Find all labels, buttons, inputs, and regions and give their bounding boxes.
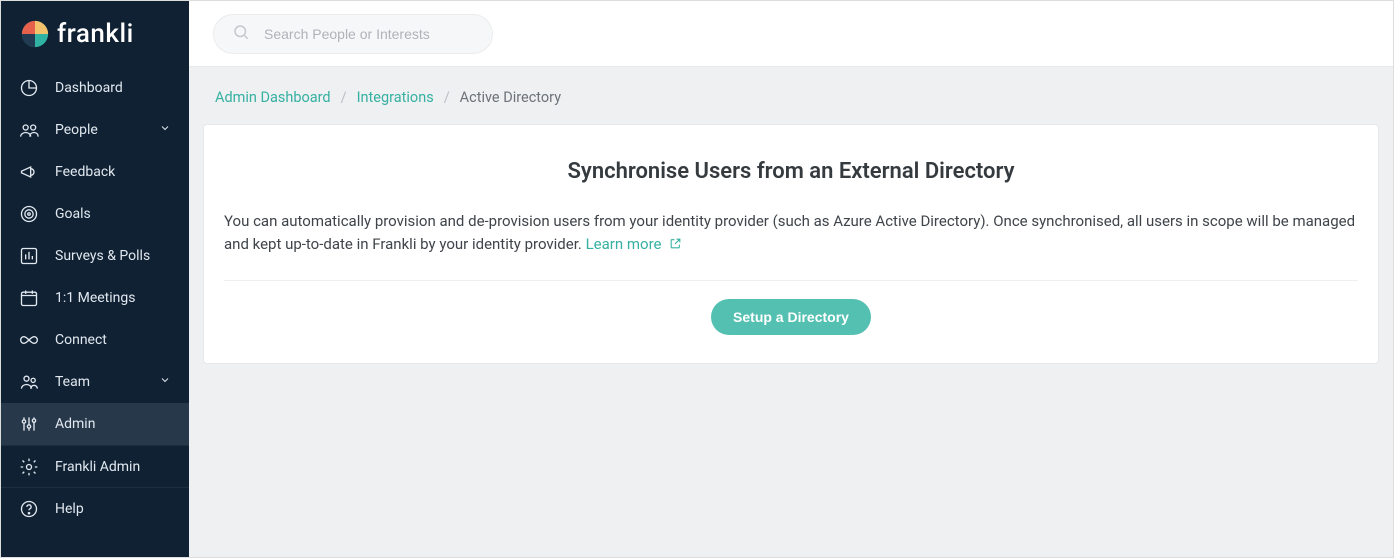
chevron-down-icon [159,374,171,390]
breadcrumb-link-integrations[interactable]: Integrations [357,89,434,106]
pie-chart-icon [19,78,39,98]
sidebar-item-people[interactable]: People [1,109,189,151]
sidebar-item-label: Goals [55,206,171,222]
target-icon [19,204,39,224]
sidebar-item-team[interactable]: Team [1,361,189,403]
people-icon [19,120,39,140]
global-search[interactable] [213,14,493,54]
help-icon [19,499,39,519]
sidebar-item-label: Connect [55,332,171,348]
chevron-down-icon [159,122,171,138]
sidebar-item-dashboard[interactable]: Dashboard [1,67,189,109]
team-icon [19,372,39,392]
divider [224,280,1358,281]
brand-mark-icon [21,20,49,48]
sidebar-item-label: Dashboard [55,80,171,96]
search-icon [232,23,250,45]
learn-more-label: Learn more [586,235,662,253]
sidebar-item-meetings[interactable]: 1:1 Meetings [1,277,189,319]
sidebar-item-label: 1:1 Meetings [55,290,171,306]
search-input[interactable] [264,26,474,42]
sliders-icon [19,414,39,434]
infinity-icon [19,330,39,350]
sidebar-item-label: People [55,122,159,138]
page-description-text: You can automatically provision and de-p… [224,212,1355,253]
sidebar-item-connect[interactable]: Connect [1,319,189,361]
brand-logo[interactable]: frankli [1,1,189,67]
sidebar-item-goals[interactable]: Goals [1,193,189,235]
megaphone-icon [19,162,39,182]
calendar-icon [19,288,39,308]
page-description: You can automatically provision and de-p… [224,210,1358,258]
external-link-icon [669,234,682,257]
sidebar-item-label: Feedback [55,164,171,180]
sidebar-nav: Dashboard People Feedback Goals [1,67,189,529]
learn-more-link[interactable]: Learn more [586,235,683,253]
main-area: Admin Dashboard / Integrations / Active … [189,1,1393,557]
breadcrumb: Admin Dashboard / Integrations / Active … [203,89,1379,124]
sidebar-item-label: Admin [55,416,171,432]
breadcrumb-separator: / [341,89,347,106]
brand-name: frankli [57,19,134,49]
breadcrumb-link-admin-dashboard[interactable]: Admin Dashboard [215,89,331,106]
setup-directory-button[interactable]: Setup a Directory [711,299,871,335]
sidebar-item-label: Frankli Admin [55,459,171,475]
gear-icon [19,457,39,477]
sidebar-item-label: Surveys & Polls [55,248,171,264]
sidebar-item-label: Help [55,501,171,517]
content: Admin Dashboard / Integrations / Active … [189,67,1393,557]
sidebar-item-admin[interactable]: Admin [1,403,189,445]
sidebar-item-feedback[interactable]: Feedback [1,151,189,193]
breadcrumb-current: Active Directory [460,89,561,106]
sidebar-item-label: Team [55,374,159,390]
topbar [189,1,1393,67]
directory-sync-card: Synchronise Users from an External Direc… [203,124,1379,364]
bar-chart-icon [19,246,39,266]
sidebar-item-help[interactable]: Help [1,487,189,529]
breadcrumb-separator: / [444,89,450,106]
sidebar: frankli Dashboard People Feedback [1,1,189,557]
page-title: Synchronise Users from an External Direc… [224,159,1358,184]
sidebar-item-frankli-admin[interactable]: Frankli Admin [1,445,189,487]
sidebar-item-surveys[interactable]: Surveys & Polls [1,235,189,277]
